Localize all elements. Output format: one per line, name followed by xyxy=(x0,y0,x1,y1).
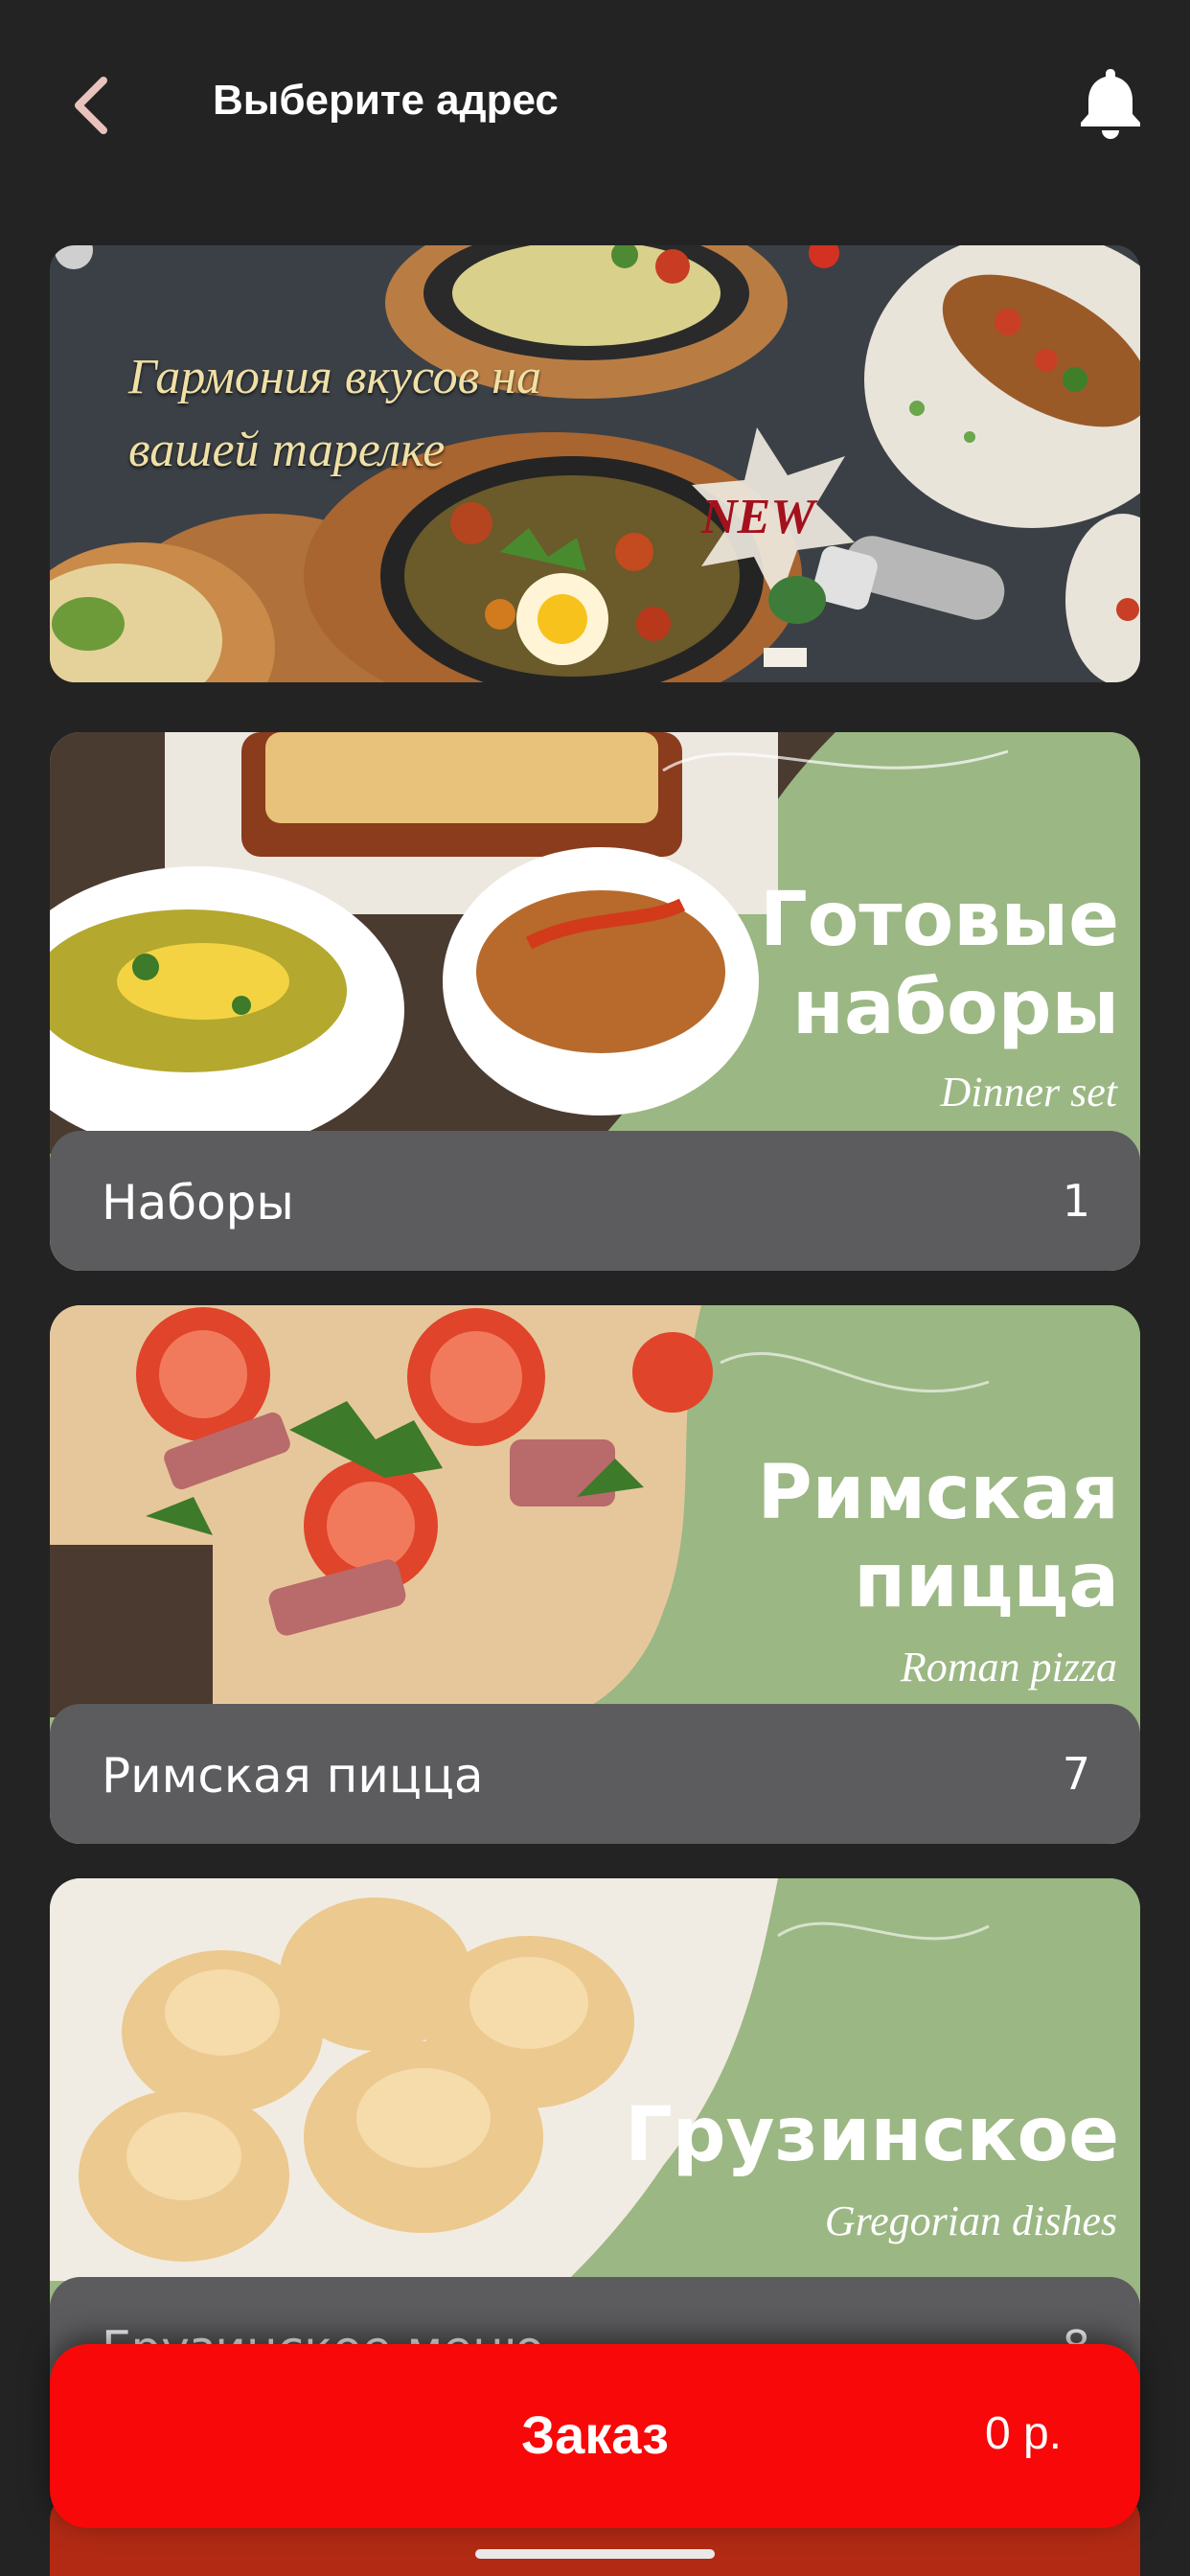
category-count: 7 xyxy=(1062,1748,1090,1800)
order-button[interactable]: Заказ 0 р. xyxy=(50,2344,1140,2528)
notifications-button[interactable] xyxy=(1075,63,1146,140)
category-subtitle: Roman pizza xyxy=(900,1644,1117,1690)
category-title-line2: наборы xyxy=(792,965,1119,1051)
category-card-sets[interactable]: Готовые наборы Dinner set Наборы 1 xyxy=(50,732,1140,1271)
category-bar: Наборы 1 xyxy=(50,1131,1140,1271)
category-title-line1: Готовые xyxy=(760,877,1119,963)
address-selector[interactable]: Выберите адрес xyxy=(213,77,559,125)
app-screen: Выберите адрес Гармония вкусов на вашей … xyxy=(0,0,1190,2576)
top-bar: Выберите адрес xyxy=(0,0,1190,206)
category-title-line2: пицца xyxy=(854,1538,1119,1624)
category-title: Римская пицца xyxy=(583,1449,1119,1625)
home-indicator[interactable] xyxy=(475,2549,715,2559)
order-total: 0 р. xyxy=(984,2408,1062,2459)
promo-banner[interactable]: Гармония вкусов на вашей тарелке NEW xyxy=(50,245,1140,682)
chevron-left-icon xyxy=(75,77,107,134)
bell-icon xyxy=(1081,69,1140,139)
category-title: Грузинское xyxy=(525,2091,1119,2179)
category-card-roman-pizza[interactable]: Римская пицца Roman pizza Римская пицца … xyxy=(50,1305,1140,1844)
category-title-line1: Римская xyxy=(757,1450,1119,1536)
promo-headline: Гармония вкусов на вашей тарелке xyxy=(128,350,541,477)
category-bar: Римская пицца 7 xyxy=(50,1704,1140,1844)
category-title-line1: Грузинское xyxy=(625,2092,1119,2178)
category-title: Готовые наборы xyxy=(583,876,1119,1052)
category-name: Римская пицца xyxy=(102,1748,484,1804)
category-card-georgian[interactable]: Грузинское Gregorian dishes Грузинское м… xyxy=(50,1878,1140,2417)
category-subtitle: Gregorian dishes xyxy=(824,2197,1117,2244)
category-count: 1 xyxy=(1062,1175,1090,1227)
back-button[interactable] xyxy=(59,67,123,144)
category-subtitle: Dinner set xyxy=(940,1069,1117,1116)
order-label: Заказ xyxy=(521,2404,669,2465)
new-badge: NEW xyxy=(701,490,815,544)
category-name: Наборы xyxy=(102,1175,294,1230)
